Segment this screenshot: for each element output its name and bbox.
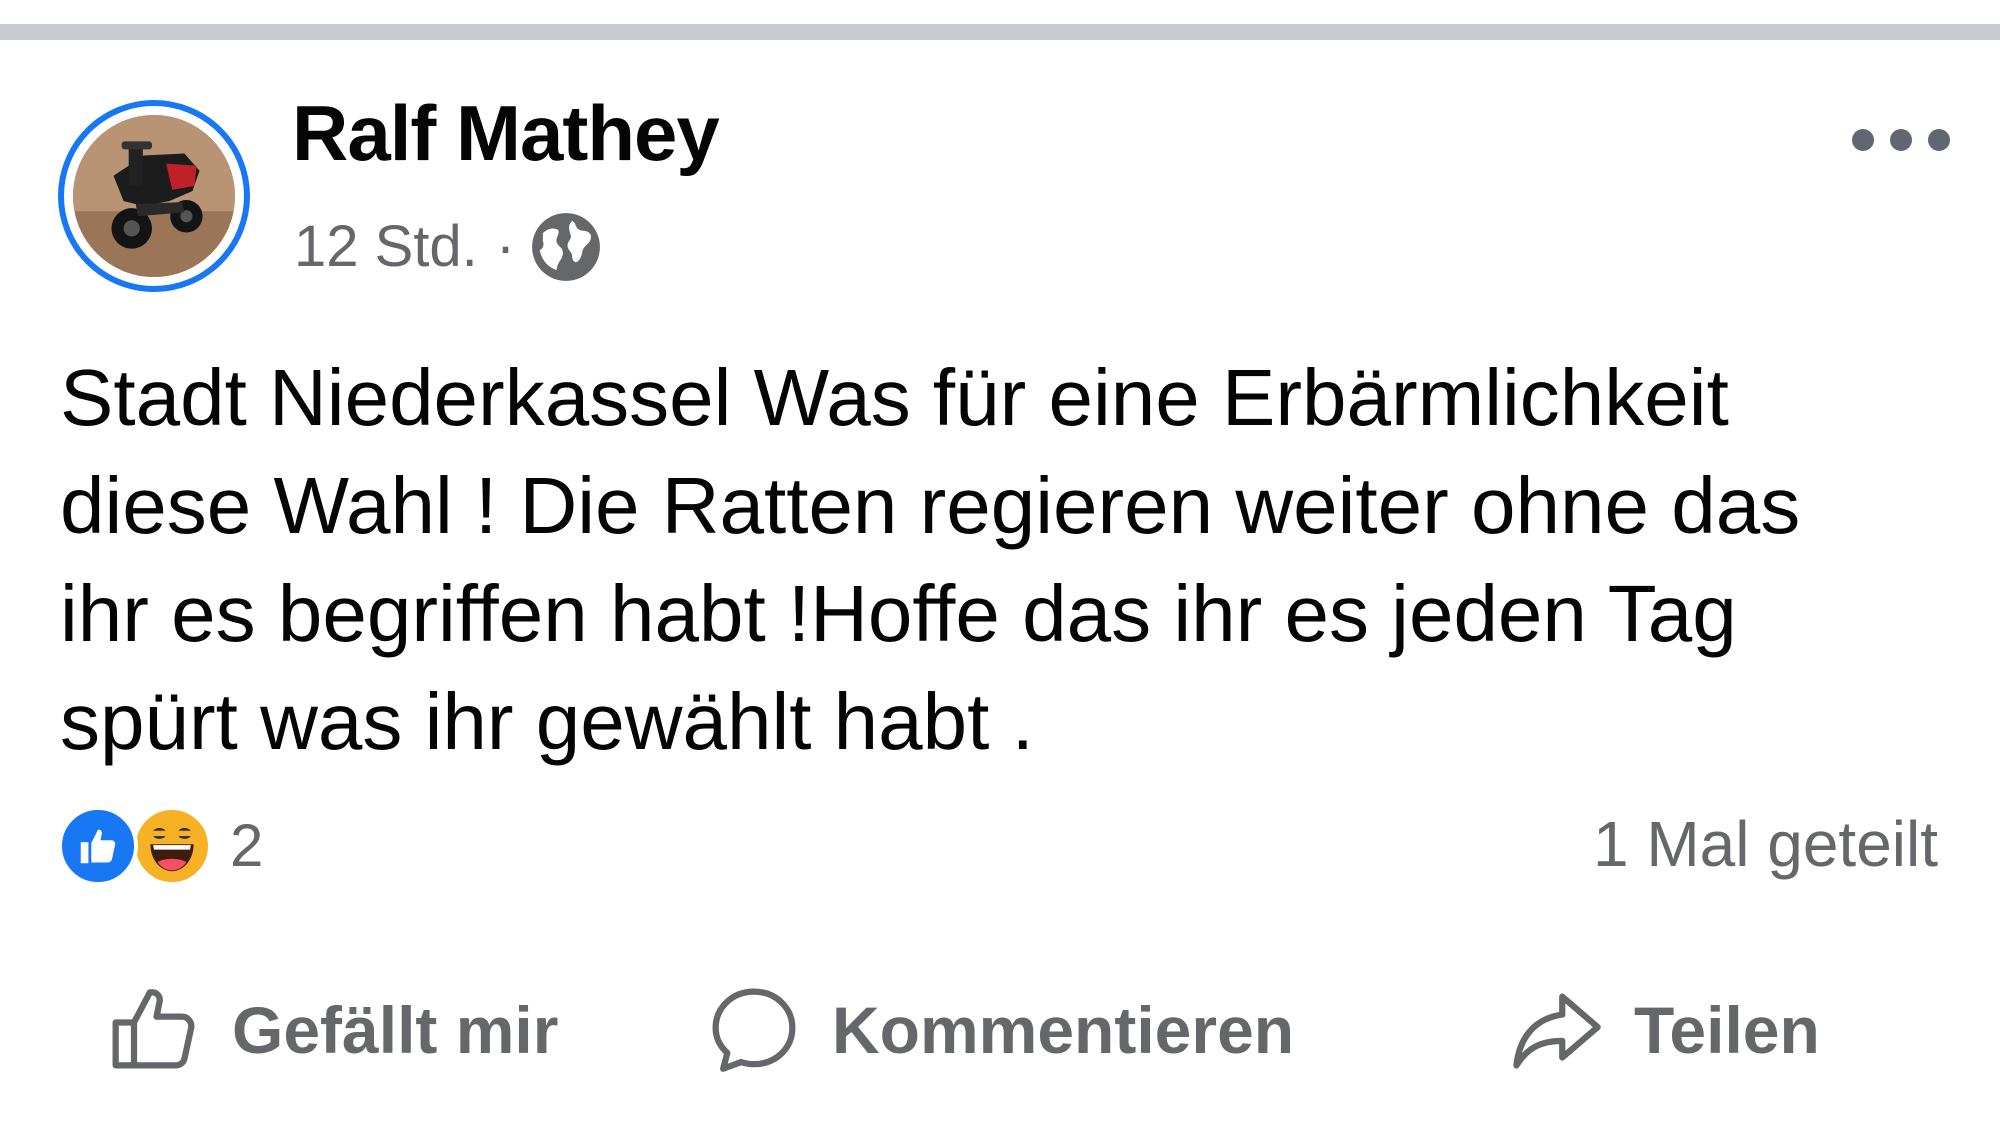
comment-icon <box>712 988 796 1072</box>
reaction-count: 2 <box>230 812 264 879</box>
more-options-icon[interactable] <box>1852 120 1950 160</box>
like-button[interactable]: Gefällt mir <box>104 975 558 1085</box>
author-name[interactable]: Ralf Mathey <box>292 94 720 172</box>
like-button-label: Gefällt mir <box>232 993 559 1067</box>
post-text-line: spürt was ihr gewählt habt . <box>60 677 1034 766</box>
share-button-label: Teilen <box>1634 993 1820 1067</box>
feed-divider <box>0 24 2000 40</box>
meta-separator: · <box>495 214 516 279</box>
avatar-photo <box>73 115 235 277</box>
dot <box>1928 129 1950 151</box>
post-time[interactable]: 12 Std. <box>294 218 478 276</box>
reactions-summary[interactable]: 2 <box>58 806 263 886</box>
post-text: Stadt Niederkassel Was für eine Erbärmli… <box>60 344 1960 776</box>
haha-reaction-icon <box>132 806 212 886</box>
dot <box>1852 129 1874 151</box>
post-meta: 12 Std. · <box>294 212 603 282</box>
share-button[interactable]: Teilen <box>1506 975 1820 1085</box>
action-bar: Gefällt mir Kommentieren Teilen <box>0 975 2000 1085</box>
like-reaction-icon <box>58 806 138 886</box>
thumbs-up-icon <box>112 989 195 1069</box>
globe-icon[interactable] <box>529 210 603 284</box>
post-text-line: ihr es begriffen habt !Hoffe das ihr es … <box>60 569 1737 658</box>
share-arrow-icon <box>1513 993 1601 1069</box>
post-text-line: diese Wahl ! Die Ratten regieren weiter … <box>60 461 1801 550</box>
comment-button[interactable]: Kommentieren <box>704 975 1294 1085</box>
comment-button-label: Kommentieren <box>832 993 1295 1067</box>
shares-count[interactable]: 1 Mal geteilt <box>1593 812 1938 876</box>
avatar[interactable] <box>58 100 250 292</box>
dot <box>1890 129 1912 151</box>
post-text-line: Stadt Niederkassel Was für eine Erbärmli… <box>60 353 1729 442</box>
scooter-image <box>73 115 235 277</box>
